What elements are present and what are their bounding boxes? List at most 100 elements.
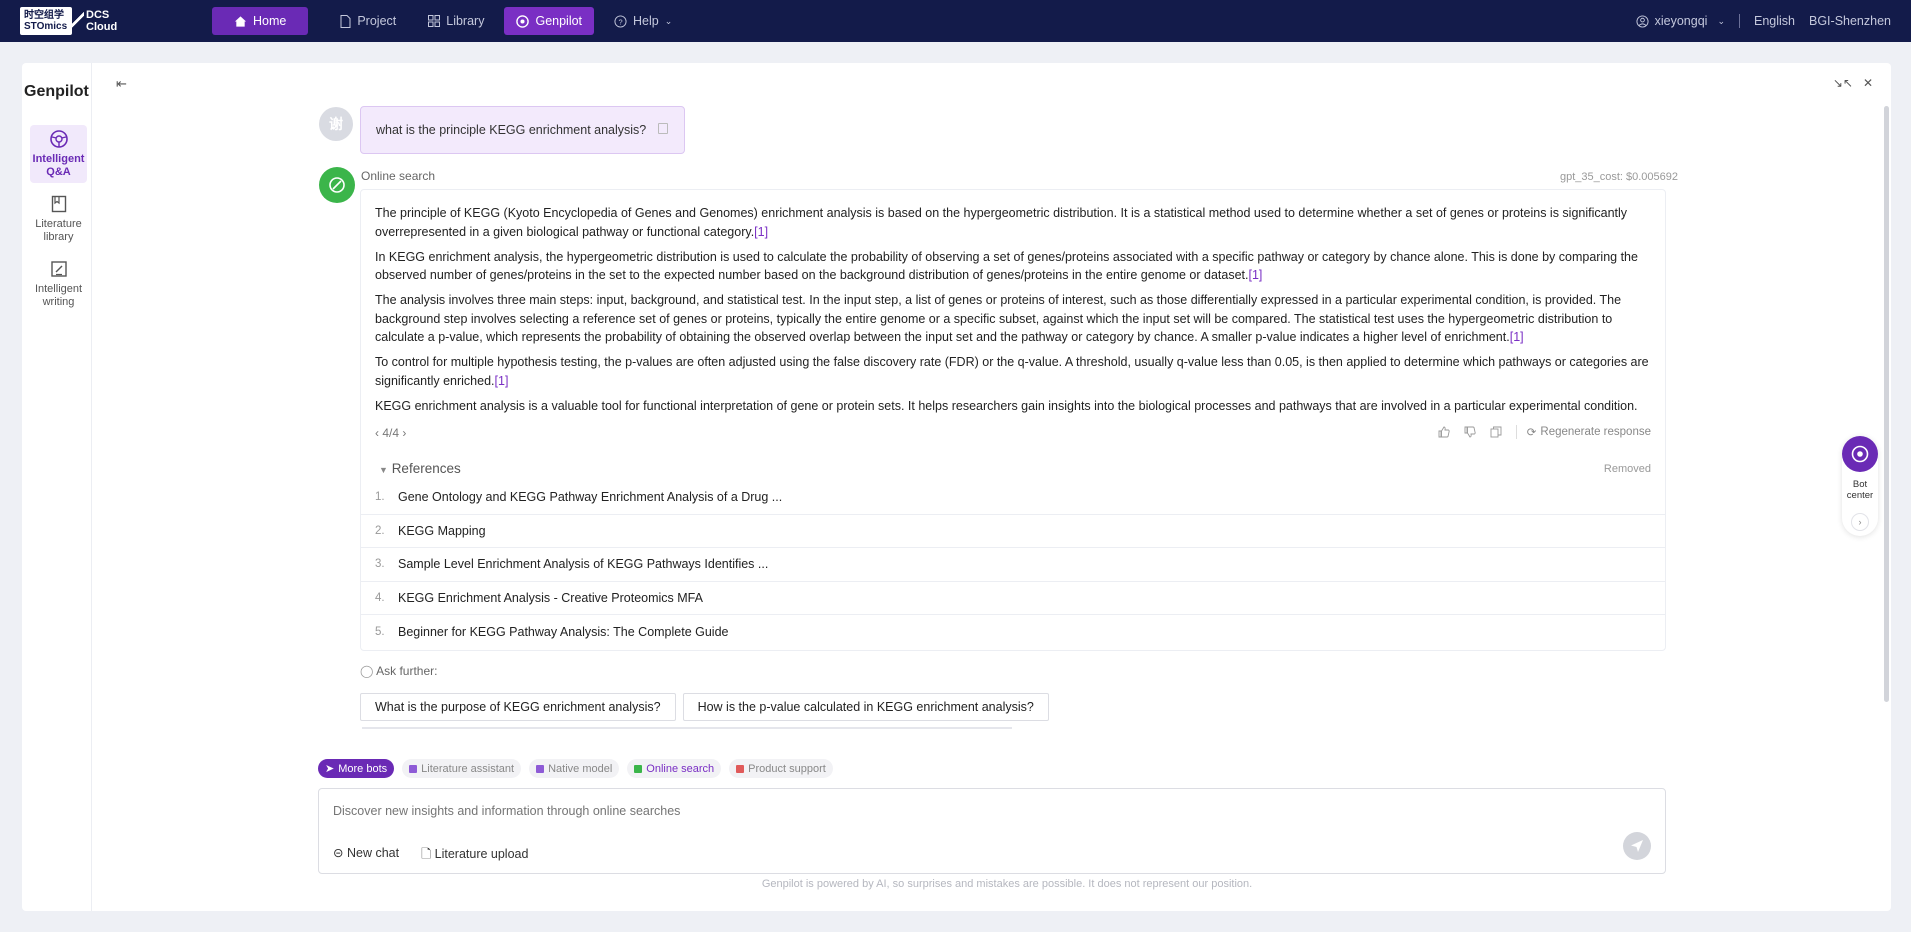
nav-right: xieyongqi ⌄ English BGI-Shenzhen	[1636, 0, 1891, 42]
lightbulb-icon: ◯	[360, 664, 374, 678]
svg-text:?: ?	[618, 17, 622, 26]
reference-number: 2.	[375, 524, 385, 537]
answer-panel: The principle of KEGG (Kyoto Encyclopedi…	[360, 189, 1666, 651]
sidebar-item-label: Literature library	[35, 218, 82, 243]
reference-item[interactable]: 5. Beginner for KEGG Pathway Analysis: Th…	[361, 615, 1665, 649]
chevron-right-icon[interactable]: ›	[1851, 513, 1869, 531]
answer-paragraph: The principle of KEGG (Kyoto Encyclopedi…	[375, 204, 1655, 241]
logo-text-dcs: DCS	[86, 9, 110, 21]
collapse-sidebar-icon[interactable]: ⇤	[116, 76, 127, 92]
region-switch[interactable]: BGI-Shenzhen	[1809, 14, 1891, 28]
bot-chip-product-support[interactable]: Product support	[729, 759, 833, 778]
suggested-question-button[interactable]: How is the p-value calculated in KEGG en…	[682, 693, 1049, 721]
references-toggle[interactable]: ▼ References	[379, 461, 461, 476]
scroll-fade	[362, 727, 1012, 729]
qa-globe-icon	[49, 130, 68, 148]
reference-item[interactable]: 2. KEGG Mapping	[361, 515, 1665, 548]
literature-assistant-icon	[409, 764, 418, 773]
genpilot-brand: Genpilot	[24, 83, 89, 100]
online-search-icon	[634, 764, 643, 773]
bot-chip-label: Native model	[548, 762, 613, 775]
nav-home[interactable]: Home	[212, 7, 309, 35]
minimize-icon[interactable]: ↘↖	[1833, 76, 1853, 90]
literature-upload-button[interactable]: 🗋 Literature upload	[421, 845, 528, 866]
nav-home-label: Home	[253, 14, 287, 28]
bots-icon: ➤	[325, 763, 335, 775]
user-icon	[1636, 14, 1649, 28]
document-icon	[340, 14, 351, 28]
answer-paragraph: KEGG enrichment analysis is a valuable t…	[375, 397, 1655, 416]
grid-icon	[428, 15, 441, 27]
nav-genpilot-label: Genpilot	[535, 14, 583, 28]
bot-label: Online search	[361, 169, 436, 183]
chevron-right-icon[interactable]: ›	[402, 426, 406, 440]
online-search-bot-avatar	[319, 167, 355, 203]
genpilot-sidebar: Genpilot Intelligent Q&A Literature libr…	[22, 63, 92, 911]
dcs-cloud-logo[interactable]: 时空组学 STOmics DCS Cloud	[20, 6, 117, 36]
user-question-text: what is the principle KEGG enrichment an…	[376, 123, 647, 137]
chat-input-box: ⊝ New chat 🗋 Literature upload	[318, 788, 1666, 874]
send-button[interactable]	[1623, 832, 1651, 860]
citation-link[interactable]: [1]	[754, 225, 768, 239]
close-icon[interactable]: ✕	[1863, 76, 1873, 90]
reference-item[interactable]: 1. Gene Ontology and KEGG Pathway Enrichm…	[361, 481, 1665, 515]
chevron-down-icon: ⌄	[664, 15, 673, 26]
nav-project-label: Project	[357, 14, 397, 28]
suggested-question-button[interactable]: What is the purpose of KEGG enrichment a…	[360, 693, 676, 721]
citation-link[interactable]: [1]	[1510, 330, 1524, 344]
bot-chip-label: Online search	[646, 762, 715, 775]
copy-icon[interactable]	[1490, 426, 1502, 438]
nav-library-label: Library	[446, 14, 485, 28]
copy-icon[interactable]	[658, 123, 668, 134]
regenerate-button[interactable]: ⟳ Regenerate response	[1515, 425, 1651, 439]
response-pager: ‹ 4/4 ›	[375, 426, 406, 440]
sidebar-item-literature-library[interactable]: Literature library	[30, 190, 87, 248]
nav-help[interactable]: ? Help ⌄	[602, 7, 684, 35]
user-avatar: 谢	[319, 107, 353, 141]
scrollbar[interactable]	[1884, 106, 1889, 702]
user-avatar-text: 谢	[329, 116, 343, 132]
bot-chip-native-model[interactable]: Native model	[529, 759, 620, 778]
chat-input[interactable]	[333, 804, 1533, 818]
language-switch[interactable]: English	[1754, 14, 1795, 28]
bot-chip-literature-assistant[interactable]: Literature assistant	[402, 759, 522, 778]
citation-link[interactable]: [1]	[495, 374, 509, 388]
chevron-left-icon[interactable]: ‹	[375, 426, 379, 440]
bot-chip-online-search[interactable]: Online search	[627, 759, 722, 778]
paragraph-text: In KEGG enrichment analysis, the hyperge…	[375, 249, 1638, 283]
bot-center-widget[interactable]: Bot center ›	[1842, 436, 1878, 536]
genpilot-icon	[516, 14, 530, 28]
help-icon: ?	[614, 14, 627, 28]
answer-paragraph: The analysis involves three main steps: …	[375, 291, 1655, 347]
nav-library[interactable]: Library	[416, 7, 496, 35]
answer-paragraph: To control for multiple hypothesis testi…	[375, 353, 1655, 390]
nav-project[interactable]: Project	[328, 7, 408, 35]
sidebar-item-intelligent-writing[interactable]: Intelligent writing	[30, 255, 87, 313]
thumbs-up-icon[interactable]	[1438, 426, 1450, 438]
reference-item[interactable]: 4. KEGG Enrichment Analysis - Creative Pr…	[361, 582, 1665, 615]
sidebar-item-intelligent-qa[interactable]: Intelligent Q&A	[30, 125, 87, 183]
thumbs-down-icon[interactable]	[1464, 426, 1476, 438]
cost-label: gpt_35_cost: $0.005692	[1559, 171, 1678, 183]
product-support-icon	[736, 764, 745, 773]
references-title: References	[391, 461, 461, 476]
reference-item[interactable]: 3. Sample Level Enrichment Analysis of KE…	[361, 548, 1665, 582]
sidebar-item-label: Intelligent writing	[34, 283, 83, 308]
references-removed[interactable]: Removed	[1604, 463, 1651, 475]
new-chat-label: New chat	[346, 846, 400, 860]
user-menu[interactable]: xieyongqi ⌄	[1636, 14, 1725, 28]
logo-text-cloud: Cloud	[86, 21, 118, 33]
caret-down-icon: ▼	[379, 465, 388, 475]
ask-further-label: ◯ Ask further:	[360, 664, 437, 678]
nav-genpilot[interactable]: Genpilot	[504, 7, 595, 35]
paragraph-text: The analysis involves three main steps: …	[375, 293, 1622, 344]
logo-line-1: 时空组学	[24, 10, 64, 21]
home-icon	[234, 15, 247, 27]
user-name: xieyongqi	[1654, 14, 1708, 28]
reference-title: KEGG Enrichment Analysis - Creative Prot…	[398, 590, 703, 605]
more-bots-button[interactable]: ➤ More bots	[318, 759, 395, 778]
citation-link[interactable]: [1]	[1248, 268, 1262, 282]
logo-slash	[70, 6, 84, 36]
new-chat-button[interactable]: ⊝ New chat	[333, 845, 399, 866]
reference-number: 5.	[375, 625, 385, 638]
